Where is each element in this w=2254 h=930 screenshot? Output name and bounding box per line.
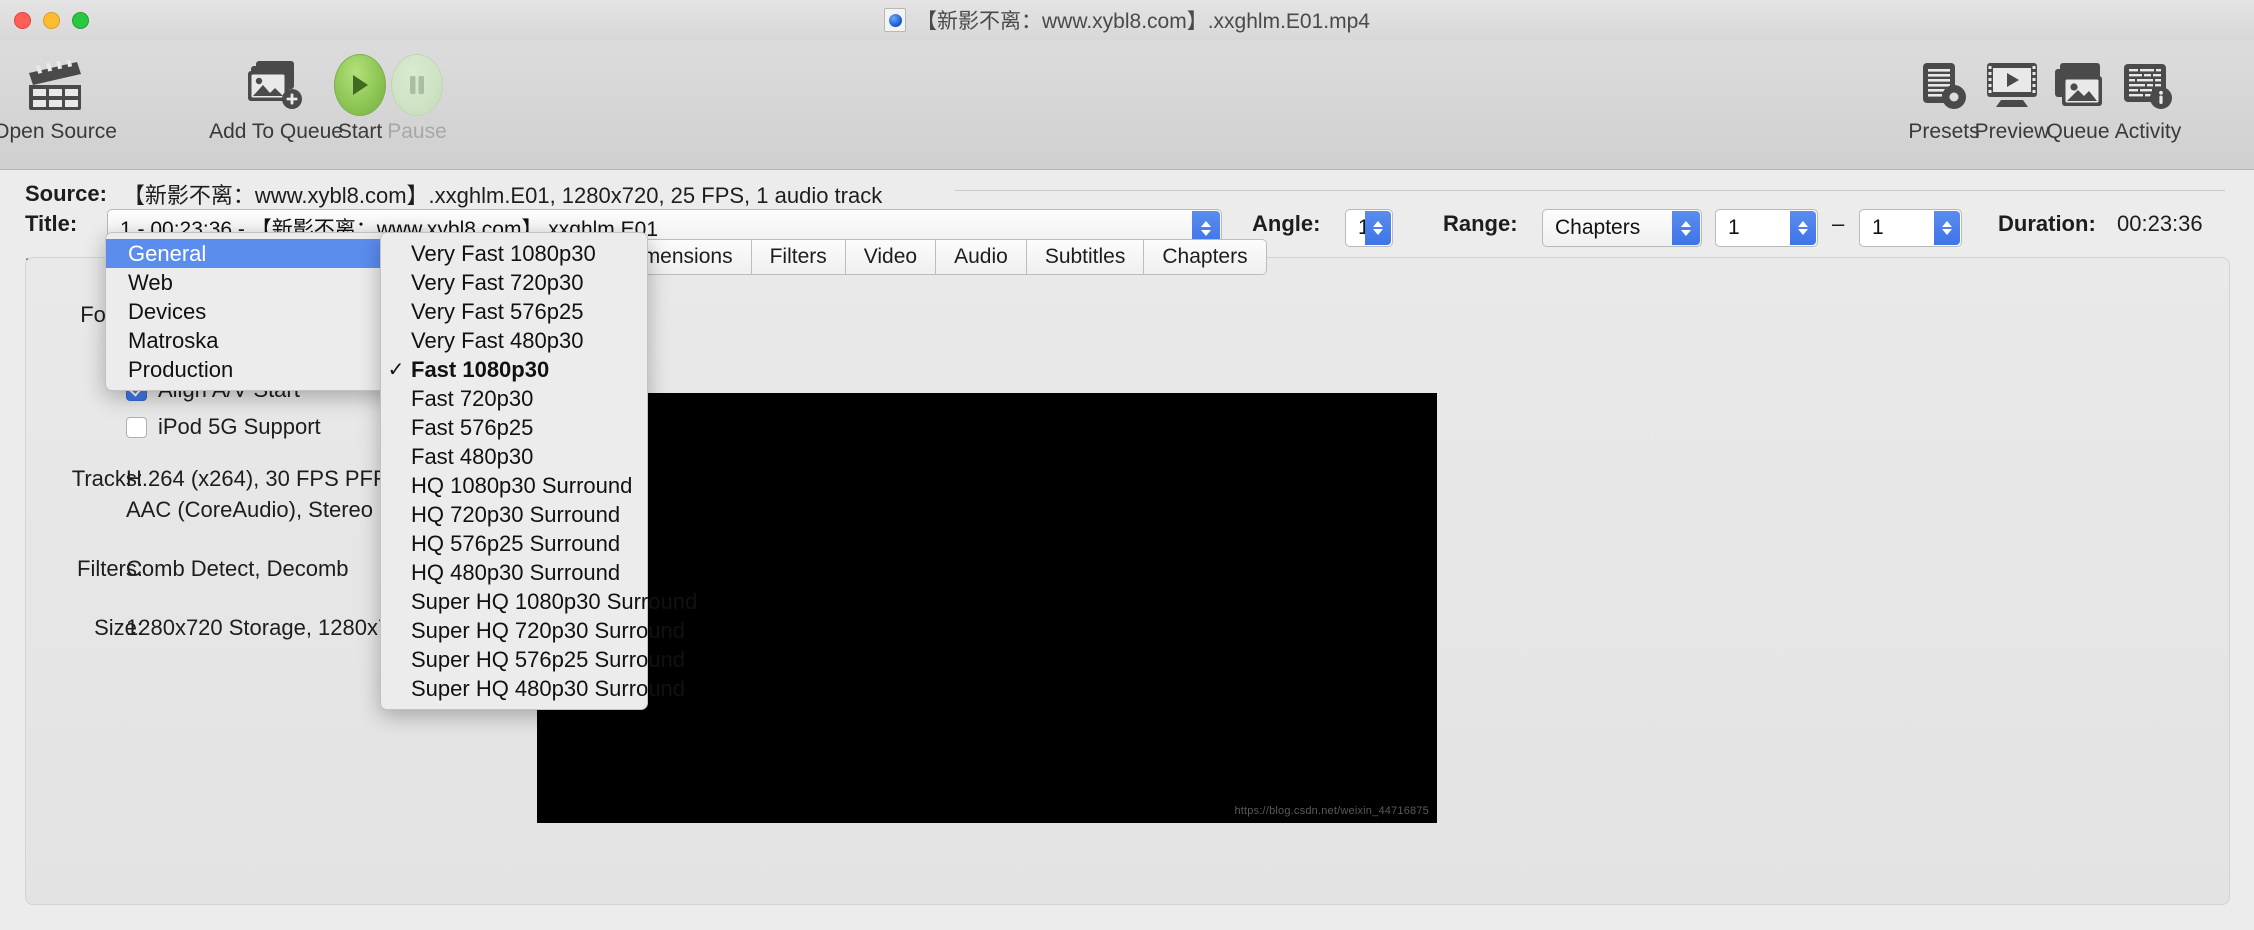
submenu-item-hq-576p25-surround[interactable]: HQ 576p25 Surround: [381, 529, 647, 558]
tracks-value-line1: H.264 (x264), 30 FPS PFR: [126, 466, 389, 491]
title-label: Title:: [25, 211, 78, 236]
menu-item-web-label: Web: [128, 269, 173, 295]
tab-audio[interactable]: Audio: [936, 239, 1027, 275]
quicktime-movie-icon: [884, 8, 907, 32]
submenu-item-label: Very Fast 576p25: [411, 298, 584, 324]
submenu-item-label: Very Fast 480p30: [411, 327, 584, 353]
submenu-item-label: HQ 720p30 Surround: [411, 501, 621, 527]
range-label: Range:: [1443, 211, 1518, 236]
submenu-item-fast-720p30[interactable]: Fast 720p30: [381, 384, 647, 413]
menu-item-general-label: General: [128, 240, 207, 266]
clapperboard-icon: [25, 54, 85, 116]
submenu-item-super-hq-480p30-surround[interactable]: Super HQ 480p30 Surround: [381, 674, 685, 703]
add-image-icon: [248, 54, 304, 116]
tab-filters[interactable]: Filters: [751, 239, 846, 275]
submenu-item-hq-1080p30-surround[interactable]: HQ 1080p30 Surround: [381, 471, 647, 500]
source-row: Source: 【新影不离：www.xybl8.com】.xxghlm.E01,…: [25, 178, 882, 210]
duration-value: 00:23:36: [2117, 211, 2203, 236]
tab-subtitles[interactable]: Subtitles: [1026, 239, 1145, 275]
submenu-item-label: Super HQ 576p25 Surround: [411, 646, 685, 672]
preset-general-submenu[interactable]: Very Fast 1080p30 Very Fast 720p30 Very …: [380, 232, 697, 710]
traffic-lights: [0, 11, 89, 29]
submenu-item-hq-720p30-surround[interactable]: HQ 720p30 Surround: [381, 500, 647, 529]
submenu-item-very-fast-1080p30[interactable]: Very Fast 1080p30: [381, 239, 647, 268]
toolbar-activity-label: Activity: [2114, 120, 2182, 143]
menu-item-production-label: Production: [128, 356, 234, 382]
submenu-item-label: HQ 576p25 Surround: [411, 530, 621, 556]
range-dash: –: [1832, 211, 1845, 236]
range-end-stepper[interactable]: 1: [1859, 209, 1962, 247]
menu-item-devices-label: Devices: [128, 298, 207, 324]
submenu-item-label: Super HQ 720p30 Surround: [411, 617, 685, 643]
watermark-text: https://blog.csdn.net/weixin_44716875: [1234, 805, 1429, 817]
submenu-item-label: Fast 576p25: [411, 414, 534, 440]
submenu-item-label: HQ 1080p30 Surround: [411, 472, 633, 498]
zoom-window-button[interactable]: [72, 11, 89, 29]
range-type-select[interactable]: Chapters: [1542, 209, 1702, 247]
submenu-item-super-hq-1080p30-surround[interactable]: Super HQ 1080p30 Surround: [381, 587, 697, 616]
source-divider: [955, 190, 2225, 191]
submenu-item-super-hq-720p30-surround[interactable]: Super HQ 720p30 Surround: [381, 616, 685, 645]
range-end-value: 1: [1872, 216, 1884, 239]
toolbar-activity[interactable]: Activity: [2088, 54, 2208, 144]
duration-label: Duration:: [1998, 211, 2096, 236]
toolbar-pause[interactable]: Pause: [357, 54, 477, 144]
tracks-value-line2: AAC (CoreAudio), Stereo: [126, 497, 373, 522]
close-window-button[interactable]: [14, 11, 31, 29]
submenu-item-very-fast-576p25[interactable]: Very Fast 576p25: [381, 297, 647, 326]
submenu-item-hq-480p30-surround[interactable]: HQ 480p30 Surround: [381, 558, 647, 587]
submenu-item-label: Fast 480p30: [411, 443, 534, 469]
activity-log-info-icon: [2122, 54, 2174, 116]
pause-icon: [391, 54, 443, 116]
minimize-window-button[interactable]: [43, 11, 60, 29]
submenu-item-fast-576p25[interactable]: Fast 576p25: [381, 413, 647, 442]
title-row: Title:: [25, 211, 77, 237]
submenu-item-very-fast-480p30[interactable]: Very Fast 480p30: [381, 326, 647, 355]
toolbar-open-source-label: Open Source: [0, 120, 117, 143]
tab-chapters-label: Chapters: [1162, 245, 1248, 268]
range-end-arrows[interactable]: [1934, 211, 1960, 245]
source-label: Source:: [25, 181, 107, 206]
window-titlebar: 【新影不离：www.xybl8.com】.xxghlm.E01.mp4: [0, 0, 2254, 40]
submenu-item-fast-1080p30[interactable]: ✓ Fast 1080p30: [381, 355, 647, 384]
filters-value: Comb Detect, Decomb: [126, 556, 349, 581]
submenu-item-label: Fast 720p30: [411, 385, 534, 411]
main-toolbar: Open Source Add To Queue Start Pause Pre…: [0, 40, 2254, 170]
tab-video[interactable]: Video: [845, 239, 937, 275]
submenu-item-label: Very Fast 1080p30: [411, 240, 596, 266]
toolbar-open-source[interactable]: Open Source: [0, 54, 117, 144]
toolbar-pause-label: Pause: [387, 120, 447, 143]
angle-stepper[interactable]: 1: [1345, 209, 1393, 247]
range-start-arrows[interactable]: [1790, 211, 1816, 245]
submenu-item-fast-480p30[interactable]: Fast 480p30: [381, 442, 647, 471]
submenu-item-very-fast-720p30[interactable]: Very Fast 720p30: [381, 268, 647, 297]
submenu-item-super-hq-576p25-surround[interactable]: Super HQ 576p25 Surround: [381, 645, 685, 674]
submenu-item-label: Super HQ 480p30 Surround: [411, 675, 685, 701]
checkmark-icon: ✓: [387, 359, 405, 381]
ipod-support-checkbox[interactable]: [126, 416, 147, 438]
menu-item-matroska-label: Matroska: [128, 327, 219, 353]
ipod-support-checkbox-row[interactable]: iPod 5G Support: [126, 414, 321, 440]
window-title-text: 【新影不离：www.xybl8.com】.xxghlm.E01.mp4: [916, 10, 1370, 33]
submenu-item-label: Fast 1080p30: [411, 356, 550, 382]
tab-subtitles-label: Subtitles: [1044, 245, 1126, 268]
submenu-item-label: Super HQ 1080p30 Surround: [411, 588, 698, 614]
range-start-stepper[interactable]: 1: [1715, 209, 1818, 247]
tab-video-label: Video: [863, 245, 918, 268]
tab-chapters[interactable]: Chapters: [1144, 239, 1267, 275]
range-start-value: 1: [1728, 216, 1740, 239]
main-content: Source: 【新影不离：www.xybl8.com】.xxghlm.E01,…: [0, 171, 2254, 930]
submenu-item-label: Very Fast 720p30: [411, 269, 584, 295]
range-type-value: Chapters: [1555, 216, 1641, 239]
source-value: 【新影不离：www.xybl8.com】.xxghlm.E01, 1280x72…: [122, 183, 883, 208]
angle-label: Angle:: [1252, 211, 1321, 236]
tab-filters-label: Filters: [769, 245, 827, 268]
window-title: 【新影不离：www.xybl8.com】.xxghlm.E01.mp4: [0, 0, 2254, 40]
chevron-updown-icon[interactable]: [1672, 211, 1700, 245]
submenu-item-label: HQ 480p30 Surround: [411, 559, 621, 585]
ipod-support-label: iPod 5G Support: [158, 414, 321, 439]
angle-stepper-arrows[interactable]: [1365, 211, 1391, 245]
tab-audio-label: Audio: [954, 245, 1008, 268]
